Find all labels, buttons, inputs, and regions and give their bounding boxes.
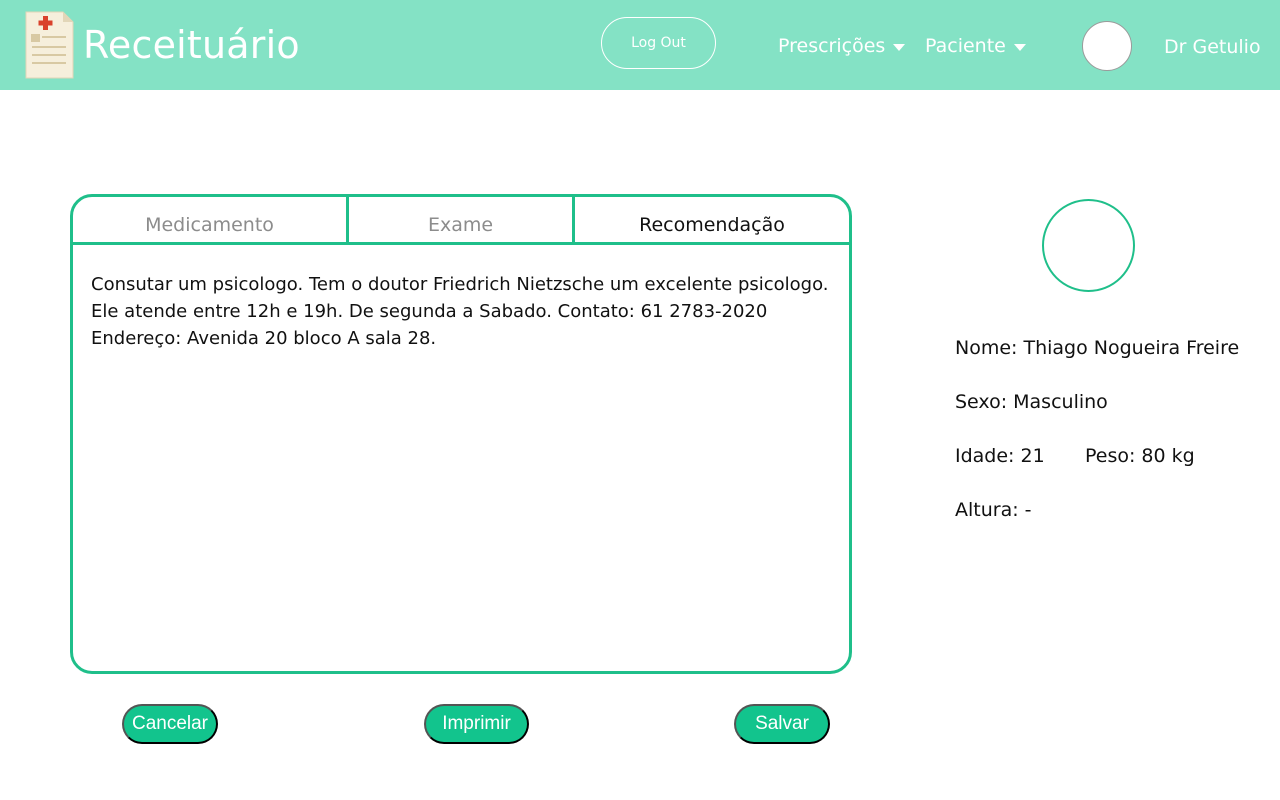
nav-paciente-label: Paciente (925, 35, 1006, 57)
chevron-down-icon (1013, 43, 1026, 51)
logout-button[interactable]: Log Out (601, 17, 716, 69)
prescription-document-icon (25, 11, 74, 79)
patient-age: Idade: 21 (955, 445, 1045, 467)
doctor-avatar[interactable] (1082, 21, 1132, 71)
recommendation-line: Ele atende entre 12h e 19h. De segunda a… (91, 301, 768, 322)
save-button[interactable]: Salvar (734, 704, 830, 744)
prescription-card: Medicamento Exame Recomendação Consutar … (70, 194, 852, 674)
recommendation-textarea[interactable]: Consutar um psicologo. Tem o doutor Frie… (91, 271, 833, 352)
patient-avatar (1042, 199, 1135, 292)
prescription-tabs: Medicamento Exame Recomendação (73, 197, 849, 245)
chevron-down-icon (893, 43, 906, 51)
app-title: Receituário (83, 23, 300, 67)
cancel-button[interactable]: Cancelar (122, 704, 218, 744)
top-header: Receituário Log Out Prescrições Paciente… (0, 0, 1280, 90)
patient-weight: Peso: 80 kg (1085, 445, 1195, 467)
recommendation-line: Consutar um psicologo. Tem o doutor Frie… (91, 274, 829, 295)
patient-name: Nome: Thiago Nogueira Freire (955, 337, 1240, 359)
tab-exame[interactable]: Exame (349, 197, 575, 242)
nav-paciente-dropdown[interactable]: Paciente (925, 35, 1026, 57)
doctor-name[interactable]: Dr Getulio (1164, 36, 1261, 58)
nav-prescricoes-dropdown[interactable]: Prescrições (778, 35, 906, 57)
patient-sex: Sexo: Masculino (955, 391, 1108, 413)
recommendation-line: Endereço: Avenida 20 bloco A sala 28. (91, 328, 437, 349)
nav-prescricoes-label: Prescrições (778, 35, 886, 57)
patient-height: Altura: - (955, 499, 1032, 521)
tab-medicamento[interactable]: Medicamento (73, 197, 349, 242)
tab-recomendacao[interactable]: Recomendação (575, 197, 849, 242)
print-button[interactable]: Imprimir (424, 704, 529, 744)
